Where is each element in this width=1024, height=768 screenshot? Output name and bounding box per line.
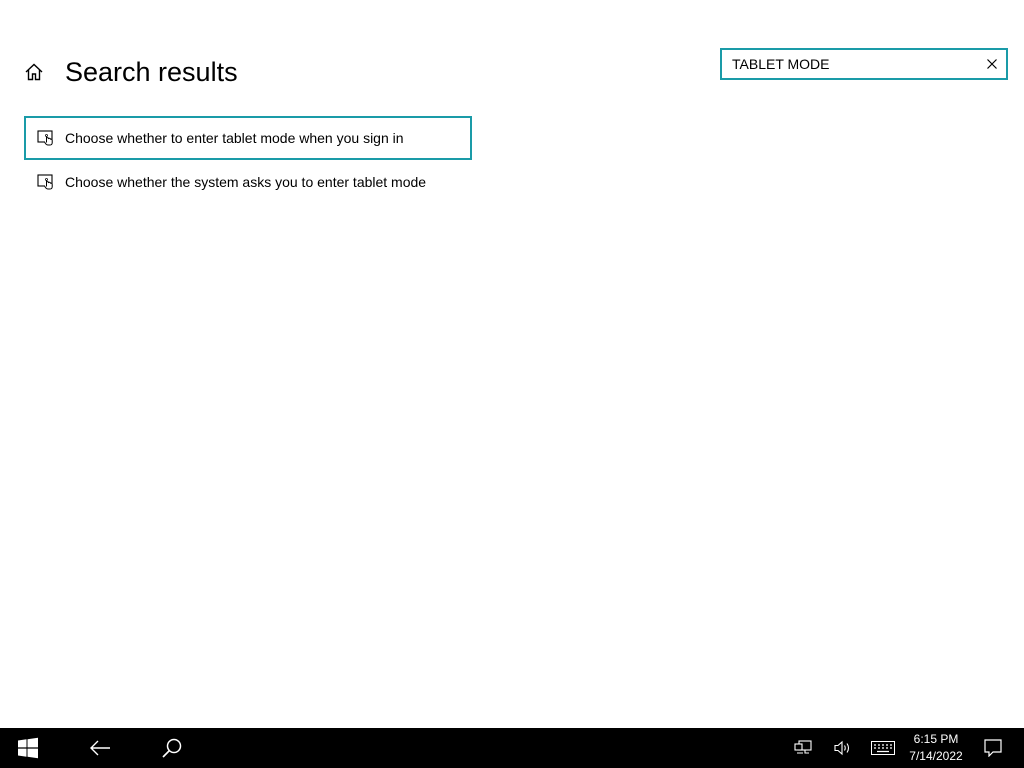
volume-button[interactable] bbox=[828, 728, 858, 768]
home-icon bbox=[25, 63, 43, 81]
network-button[interactable] bbox=[788, 728, 818, 768]
search-input[interactable] bbox=[722, 51, 978, 77]
taskbar-search-button[interactable] bbox=[144, 728, 200, 768]
search-result-item[interactable]: Choose whether the system asks you to en… bbox=[24, 160, 472, 204]
back-arrow-icon bbox=[90, 740, 110, 756]
volume-icon bbox=[834, 740, 850, 756]
touch-keyboard-button[interactable] bbox=[866, 728, 900, 768]
close-icon bbox=[987, 59, 997, 69]
home-button[interactable] bbox=[22, 60, 46, 84]
clear-search-button[interactable] bbox=[978, 50, 1006, 78]
windows-logo-icon bbox=[18, 737, 38, 759]
back-button[interactable] bbox=[72, 728, 128, 768]
touch-keyboard-icon bbox=[871, 741, 895, 755]
page-title: Search results bbox=[65, 57, 238, 87]
search-result-item[interactable]: Choose whether to enter tablet mode when… bbox=[24, 116, 472, 160]
clock-time: 6:15 PM bbox=[913, 732, 959, 746]
action-center-button[interactable] bbox=[976, 728, 1010, 768]
taskbar: 6:15 PM 7/14/2022 bbox=[0, 728, 1024, 768]
start-button[interactable] bbox=[0, 728, 56, 768]
search-icon bbox=[162, 738, 182, 758]
search-result-label: Choose whether the system asks you to en… bbox=[65, 174, 427, 190]
taskbar-clock[interactable]: 6:15 PM 7/14/2022 bbox=[900, 728, 972, 768]
search-results-list: Choose whether to enter tablet mode when… bbox=[24, 116, 472, 204]
action-center-icon bbox=[984, 739, 1002, 757]
search-box[interactable] bbox=[720, 48, 1008, 80]
search-result-label: Choose whether to enter tablet mode when… bbox=[65, 130, 404, 146]
settings-window: Search results Choose whether to enter t… bbox=[0, 0, 1024, 728]
network-icon bbox=[794, 740, 812, 754]
tablet-touch-icon bbox=[36, 128, 56, 148]
clock-date: 7/14/2022 bbox=[909, 749, 963, 763]
tablet-touch-icon bbox=[36, 172, 56, 192]
